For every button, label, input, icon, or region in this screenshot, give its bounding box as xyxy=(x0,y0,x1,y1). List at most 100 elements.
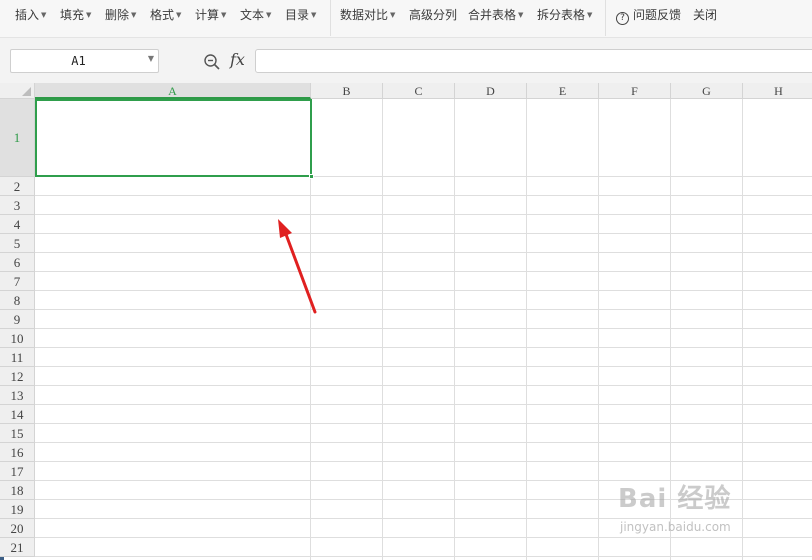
feedback-button[interactable]: ? 问题反馈 xyxy=(616,7,682,25)
text-menu[interactable]: 文本 ▼ xyxy=(240,7,271,23)
column-header-f[interactable]: F xyxy=(599,83,671,99)
row-header-20[interactable]: 20 xyxy=(0,519,35,538)
fill-handle[interactable] xyxy=(309,174,314,179)
row-header-21[interactable]: 21 xyxy=(0,538,35,557)
gridline xyxy=(35,518,812,519)
chevron-down-icon: ▼ xyxy=(518,11,524,19)
name-box[interactable]: A1 ▼ xyxy=(10,49,159,73)
chevron-down-icon: ▼ xyxy=(390,11,396,19)
gridline xyxy=(35,556,812,557)
gridline xyxy=(670,99,671,560)
row-header-13[interactable]: 13 xyxy=(0,386,35,405)
gridline xyxy=(35,214,812,215)
formula-input[interactable] xyxy=(255,49,812,73)
split-table-menu[interactable]: 拆分表格 ▼ xyxy=(537,7,592,23)
row-header-16[interactable]: 16 xyxy=(0,443,35,462)
fill-menu[interactable]: 填充 ▼ xyxy=(60,7,91,23)
function-icon[interactable]: fx xyxy=(230,50,245,69)
name-box-value: A1 xyxy=(71,54,86,68)
split-table-menu-label: 拆分表格 xyxy=(537,8,586,22)
chevron-down-icon[interactable]: ▼ xyxy=(148,54,154,63)
corner-triangle-icon xyxy=(22,87,31,96)
gridline xyxy=(35,347,812,348)
chevron-down-icon: ▼ xyxy=(41,11,47,19)
delete-menu[interactable]: 删除 ▼ xyxy=(105,7,136,23)
gridline xyxy=(35,480,812,481)
data-compare-menu[interactable]: 数据对比 ▼ xyxy=(340,7,395,23)
row-header-15[interactable]: 15 xyxy=(0,424,35,443)
column-header-e[interactable]: E xyxy=(527,83,599,99)
chevron-down-icon: ▼ xyxy=(86,11,92,19)
row-header-17[interactable]: 17 xyxy=(0,462,35,481)
row-header-12[interactable]: 12 xyxy=(0,367,35,386)
gridline xyxy=(35,271,812,272)
advanced-split-button[interactable]: 高级分列 xyxy=(409,7,457,23)
row-header-2[interactable]: 2 xyxy=(0,177,35,196)
column-header-d[interactable]: D xyxy=(455,83,527,99)
chevron-down-icon: ▼ xyxy=(176,11,182,19)
row-header-18[interactable]: 18 xyxy=(0,481,35,500)
toc-menu[interactable]: 目录 ▼ xyxy=(285,7,316,23)
gridline xyxy=(35,252,812,253)
chevron-down-icon: ▼ xyxy=(266,11,272,19)
chevron-down-icon: ▼ xyxy=(221,11,227,19)
gridline xyxy=(35,537,812,538)
gridline xyxy=(35,195,812,196)
row-header-11[interactable]: 11 xyxy=(0,348,35,367)
row-header-14[interactable]: 14 xyxy=(0,405,35,424)
gridline xyxy=(35,499,812,500)
gridline xyxy=(35,423,812,424)
close-button[interactable]: 关闭 xyxy=(693,7,717,23)
gridline xyxy=(382,99,383,560)
gridline xyxy=(35,328,812,329)
row-header-5[interactable]: 5 xyxy=(0,234,35,253)
toc-menu-label: 目录 xyxy=(285,8,310,22)
row-header-19[interactable]: 19 xyxy=(0,500,35,519)
toolbar: 插入 ▼ 填充 ▼ 删除 ▼ 格式 ▼ 计算 ▼ 文本 ▼ 目录 ▼ 数据对比 ▼ 高级分列 合… xyxy=(0,0,812,38)
gridline xyxy=(35,290,812,291)
chevron-down-icon: ▼ xyxy=(131,11,137,19)
column-header-b[interactable]: B xyxy=(311,83,383,99)
gridline xyxy=(35,309,812,310)
gridline xyxy=(526,99,527,560)
column-header-g[interactable]: G xyxy=(671,83,743,99)
gridline xyxy=(742,99,743,560)
column-header-c[interactable]: C xyxy=(383,83,455,99)
gridline xyxy=(35,385,812,386)
gridline xyxy=(454,99,455,560)
gridline xyxy=(35,233,812,234)
fill-menu-label: 填充 xyxy=(60,8,85,22)
merge-tables-menu-label: 合并表格 xyxy=(468,8,517,22)
cell-a1-selected[interactable] xyxy=(35,99,314,179)
insert-menu[interactable]: 插入 ▼ xyxy=(15,7,46,23)
select-all-corner[interactable] xyxy=(0,83,35,99)
gridline xyxy=(35,461,812,462)
row-header-7[interactable]: 7 xyxy=(0,272,35,291)
toolbar-divider xyxy=(330,0,331,36)
delete-menu-label: 删除 xyxy=(105,8,130,22)
calculate-menu-label: 计算 xyxy=(195,8,220,22)
toolbar-divider xyxy=(605,0,606,36)
spreadsheet-grid: A B C D E F G H 1 2 3 4 5 6 7 8 9 10 11 … xyxy=(0,83,812,560)
row-header-9[interactable]: 9 xyxy=(0,310,35,329)
column-header-a[interactable]: A xyxy=(35,83,311,99)
column-header-h[interactable]: H xyxy=(743,83,812,99)
insert-menu-label: 插入 xyxy=(15,8,40,22)
row-header-1[interactable]: 1 xyxy=(0,99,35,177)
row-header-4[interactable]: 4 xyxy=(0,215,35,234)
zoom-out-icon[interactable] xyxy=(203,53,221,71)
chevron-down-icon: ▼ xyxy=(311,11,317,19)
row-header-10[interactable]: 10 xyxy=(0,329,35,348)
row-header-8[interactable]: 8 xyxy=(0,291,35,310)
format-menu[interactable]: 格式 ▼ xyxy=(150,7,181,23)
calculate-menu[interactable]: 计算 ▼ xyxy=(195,7,226,23)
format-menu-label: 格式 xyxy=(150,8,175,22)
row-header-6[interactable]: 6 xyxy=(0,253,35,272)
feedback-label: 问题反馈 xyxy=(633,8,682,22)
gridline xyxy=(35,366,812,367)
merge-tables-menu[interactable]: 合并表格 ▼ xyxy=(468,7,523,23)
data-compare-menu-label: 数据对比 xyxy=(340,8,389,22)
gridline xyxy=(598,99,599,560)
row-header-3[interactable]: 3 xyxy=(0,196,35,215)
formula-bar: A1 ▼ fx xyxy=(0,38,812,83)
